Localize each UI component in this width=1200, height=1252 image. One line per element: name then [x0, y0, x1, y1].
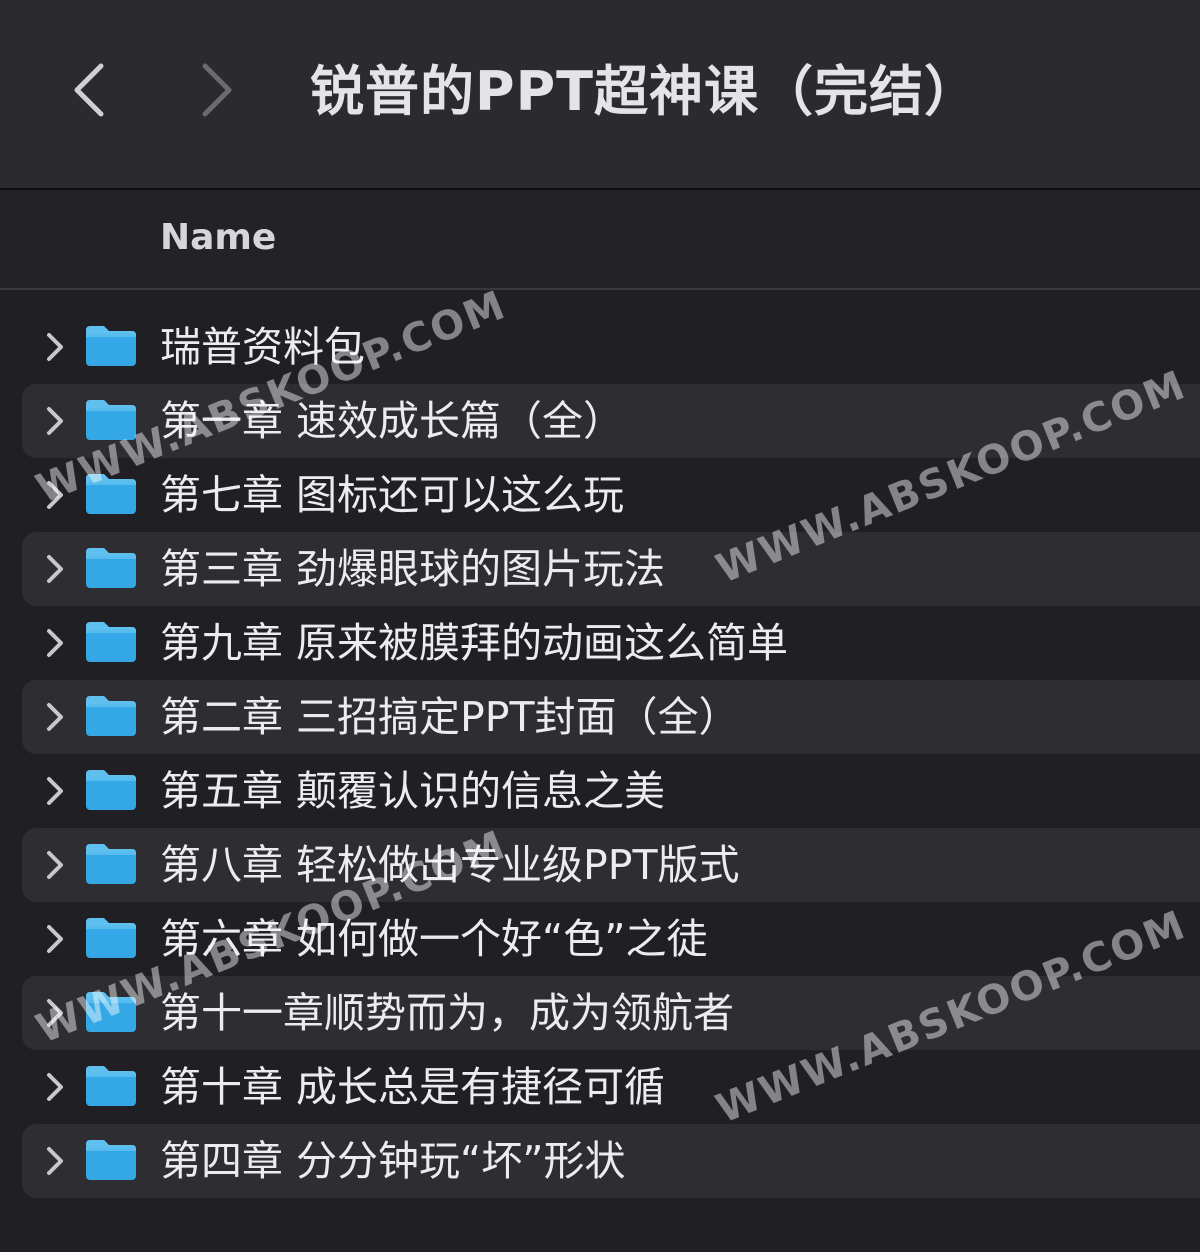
item-name: 第九章 原来被膜拜的动画这么简单 [160, 619, 789, 667]
item-name: 第一章 速效成长篇（全） [160, 397, 625, 445]
chevron-right-icon [47, 555, 63, 583]
list-item[interactable]: 第七章 图标还可以这么玩 [22, 458, 1200, 532]
chevron-right-icon [47, 1147, 63, 1175]
chevron-right-icon [47, 925, 63, 953]
disclosure-triangle[interactable] [40, 329, 70, 365]
folder-icon [84, 990, 138, 1034]
chevron-right-icon [47, 481, 63, 509]
chevron-right-icon [47, 333, 63, 361]
finder-window: 锐普的PPT超神课（完结） Name 瑞普资料包第一章 速效成长篇（全） 第七章 … [0, 0, 1200, 1252]
back-button[interactable] [58, 58, 118, 122]
chevron-right-icon [47, 629, 63, 657]
item-name: 瑞普资料包 [160, 323, 365, 371]
list-item[interactable]: 第九章 原来被膜拜的动画这么简单 [22, 606, 1200, 680]
folder-icon [84, 694, 138, 738]
disclosure-triangle[interactable] [40, 699, 70, 735]
folder-icon [84, 768, 138, 812]
chevron-right-icon [47, 777, 63, 805]
window-title: 锐普的PPT超神课（完结） [310, 60, 979, 123]
chevron-right-icon [47, 1073, 63, 1101]
chevron-right-icon [47, 999, 63, 1027]
disclosure-triangle[interactable] [40, 773, 70, 809]
item-name: 第五章 颠覆认识的信息之美 [160, 767, 666, 815]
disclosure-triangle[interactable] [40, 403, 70, 439]
disclosure-triangle[interactable] [40, 625, 70, 661]
disclosure-triangle[interactable] [40, 847, 70, 883]
disclosure-triangle[interactable] [40, 477, 70, 513]
forward-button[interactable] [188, 58, 248, 122]
list-item[interactable]: 第八章 轻松做出专业级PPT版式 [22, 828, 1200, 902]
list-item[interactable]: 第十一章顺势而为，成为领航者 [22, 976, 1200, 1050]
folder-icon [84, 324, 138, 368]
chevron-right-icon [47, 407, 63, 435]
list-item[interactable]: 第五章 颠覆认识的信息之美 [22, 754, 1200, 828]
disclosure-triangle[interactable] [40, 1143, 70, 1179]
folder-icon [84, 842, 138, 886]
column-header-row: Name [0, 190, 1200, 290]
list-item[interactable]: 第一章 速效成长篇（全） [22, 384, 1200, 458]
item-name: 第七章 图标还可以这么玩 [160, 471, 625, 519]
disclosure-triangle[interactable] [40, 551, 70, 587]
item-name: 第四章 分分钟玩“坏”形状 [160, 1137, 626, 1185]
disclosure-triangle[interactable] [40, 1069, 70, 1105]
disclosure-triangle[interactable] [40, 995, 70, 1031]
file-list: 瑞普资料包第一章 速效成长篇（全） 第七章 图标还可以这么玩 第三章 劲爆眼球的图片… [0, 310, 1200, 1198]
list-item[interactable]: 瑞普资料包 [22, 310, 1200, 384]
item-name: 第六章 如何做一个好“色”之徒 [160, 915, 708, 963]
list-item[interactable]: 第四章 分分钟玩“坏”形状 [22, 1124, 1200, 1198]
folder-icon [84, 1064, 138, 1108]
chevron-right-icon [202, 63, 232, 117]
list-item[interactable]: 第十章 成长总是有捷径可循 [22, 1050, 1200, 1124]
item-name: 第十章 成长总是有捷径可循 [160, 1063, 666, 1111]
item-name: 第十一章顺势而为，成为领航者 [160, 989, 734, 1037]
list-item[interactable]: 第六章 如何做一个好“色”之徒 [22, 902, 1200, 976]
folder-icon [84, 472, 138, 516]
item-name: 第二章 三招搞定PPT封面（全） [160, 693, 740, 741]
disclosure-triangle[interactable] [40, 921, 70, 957]
list-item[interactable]: 第二章 三招搞定PPT封面（全） [22, 680, 1200, 754]
list-item[interactable]: 第三章 劲爆眼球的图片玩法 [22, 532, 1200, 606]
folder-icon [84, 398, 138, 442]
item-name: 第三章 劲爆眼球的图片玩法 [160, 545, 666, 593]
name-column-header[interactable]: Name [160, 214, 276, 262]
chevron-right-icon [47, 703, 63, 731]
toolbar: 锐普的PPT超神课（完结） [0, 0, 1200, 190]
chevron-right-icon [47, 851, 63, 879]
item-name: 第八章 轻松做出专业级PPT版式 [160, 841, 740, 889]
folder-icon [84, 620, 138, 664]
folder-icon [84, 1138, 138, 1182]
folder-icon [84, 916, 138, 960]
chevron-left-icon [74, 63, 104, 117]
folder-icon [84, 546, 138, 590]
